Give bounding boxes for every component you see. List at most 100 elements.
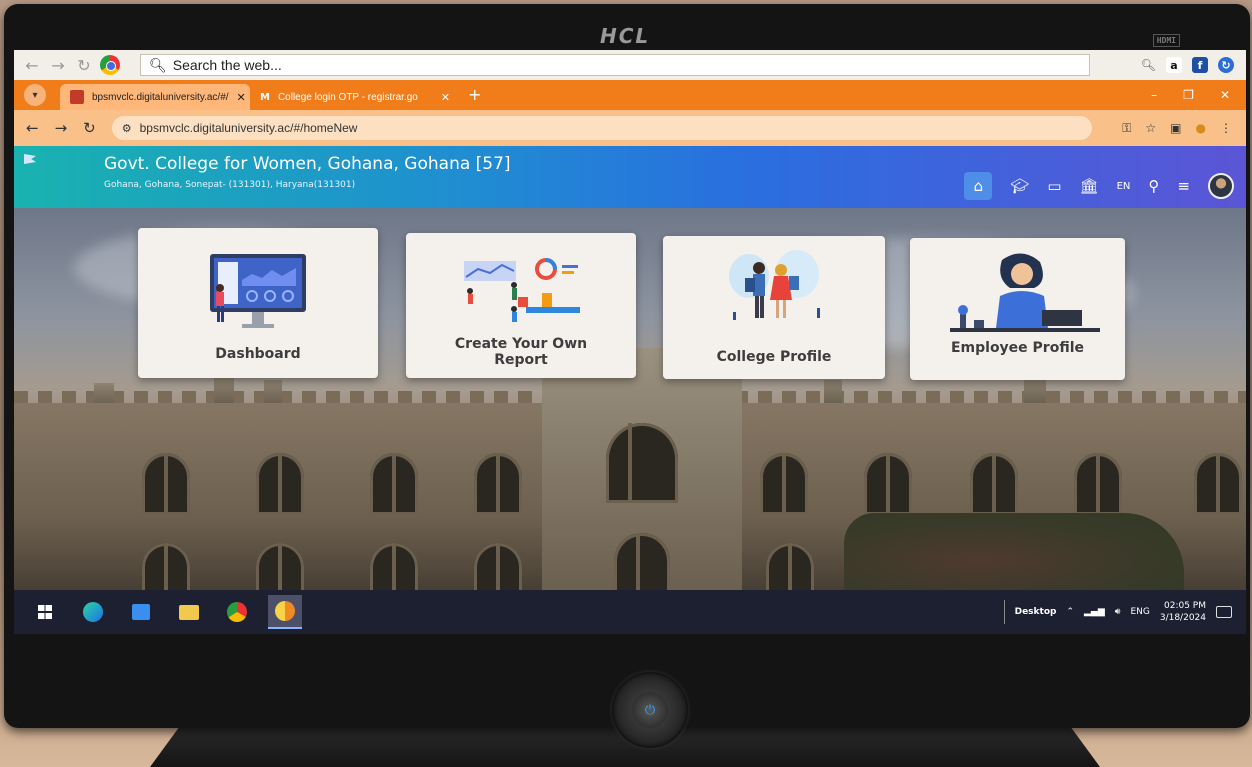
gate-arch xyxy=(614,533,670,590)
volume-icon[interactable]: 🔊︎ xyxy=(1115,607,1121,617)
tab-strip: ▾ bpsmvclc.digitaluniversity.ac/#/ ✕ M C… xyxy=(14,80,1246,110)
monitor: HCL HDMI ← → ↻ 🔍︎ Search the web... 🔍︎ a… xyxy=(4,4,1250,748)
clock[interactable]: 02:05 PM 3/18/2024 xyxy=(1160,600,1206,624)
extensions-area: 🔍︎ a f ↻ xyxy=(1141,57,1246,73)
restore-icon[interactable]: ❐ xyxy=(1183,88,1194,102)
chapel-window xyxy=(606,423,678,503)
chrome-canary-icon[interactable] xyxy=(268,595,302,629)
arched-window xyxy=(142,453,190,515)
forward-arrow-icon[interactable]: → xyxy=(48,56,68,75)
header-nav: ⌂ 🎓︎ ▭ 🏛︎ EN ⚲ ≡ xyxy=(964,172,1234,200)
arched-window xyxy=(970,453,1018,515)
students-illustration-icon xyxy=(729,250,820,320)
college-address: Gohana, Gohana, Sonepat- (131301), Harya… xyxy=(104,180,356,190)
language-indicator[interactable]: ENG xyxy=(1130,607,1149,617)
flag-icon xyxy=(24,154,36,164)
dashboard-card[interactable]: Dashboard xyxy=(138,228,378,378)
system-tray: Desktop ⌃ ▂▄▆ 🔊︎ ENG 02:05 PM 3/18/2024 xyxy=(1003,590,1246,634)
site-header: Govt. College for Women, Gohana, Gohana … xyxy=(14,146,1246,208)
campus-background-image: Dashboard Create Your Own Report College… xyxy=(14,208,1246,590)
screen: ← → ↻ 🔍︎ Search the web... 🔍︎ a f ↻ ▾ bp… xyxy=(14,50,1246,634)
side-panel-icon[interactable]: ▣ xyxy=(1170,121,1181,135)
address-bar[interactable]: ⚙ bpsmvclc.digitaluniversity.ac/#/homeNe… xyxy=(111,116,1092,140)
windows-taskbar: Desktop ⌃ ▂▄▆ 🔊︎ ENG 02:05 PM 3/18/2024 xyxy=(14,590,1246,634)
network-icon[interactable]: ▂▄▆ xyxy=(1084,607,1105,617)
file-explorer-icon[interactable] xyxy=(172,595,206,629)
clock-date: 3/18/2024 xyxy=(1159,613,1206,623)
dashboard-label: Dashboard xyxy=(215,346,301,362)
notification-icon[interactable] xyxy=(1216,606,1232,618)
search-icon: 🔍︎ xyxy=(149,56,167,73)
reload-icon[interactable]: ↻ xyxy=(83,119,96,137)
home-icon[interactable]: ⌂ xyxy=(964,172,993,200)
power-ring: ⏻ xyxy=(612,672,688,748)
tab-college-login-otp[interactable]: M College login OTP - registrar.go ✕ xyxy=(250,84,460,110)
hamburger-menu-icon[interactable]: ≡ xyxy=(1177,177,1190,195)
more-menu-icon[interactable]: ⋮ xyxy=(1220,121,1232,135)
arched-window xyxy=(370,453,418,515)
site-settings-icon[interactable]: ⚙ xyxy=(122,122,132,135)
power-button-icon[interactable]: ⏻ xyxy=(632,692,668,728)
report-label-line2: Report xyxy=(494,352,548,368)
employee-profile-card[interactable]: Employee Profile xyxy=(910,238,1125,380)
chevron-up-icon[interactable]: ⌃ xyxy=(1066,607,1074,617)
amazon-icon[interactable]: a xyxy=(1166,57,1182,73)
arched-window xyxy=(760,453,808,515)
clock-time: 02:05 PM xyxy=(1164,601,1206,611)
toolbar-right: ⚿ ☆ ▣ ● ⋮ xyxy=(1122,121,1246,136)
employee-illustration-icon xyxy=(950,253,1100,332)
windows-logo-icon xyxy=(38,605,52,619)
create-report-card[interactable]: Create Your Own Report xyxy=(406,233,636,378)
arched-window xyxy=(864,453,912,515)
search-icon[interactable]: ⚲ xyxy=(1148,177,1159,195)
edge-icon[interactable] xyxy=(76,595,110,629)
new-tab-icon[interactable]: + xyxy=(460,85,481,110)
site-favicon-icon xyxy=(70,90,84,104)
employee-profile-label: Employee Profile xyxy=(950,340,1085,356)
arched-window xyxy=(1074,453,1122,515)
reload-icon[interactable]: ↻ xyxy=(74,56,94,75)
tab-title: bpsmvclc.digitaluniversity.ac/#/ xyxy=(92,91,229,103)
profile-icon[interactable]: ● xyxy=(1196,121,1206,135)
monitor-icon[interactable]: ▭ xyxy=(1047,177,1061,195)
facebook-icon[interactable]: f xyxy=(1192,57,1208,73)
language-toggle[interactable]: EN xyxy=(1117,181,1131,192)
search-placeholder: Search the web... xyxy=(172,57,282,73)
web-search-input[interactable]: 🔍︎ Search the web... xyxy=(140,54,1090,76)
lower-window xyxy=(142,543,190,590)
password-key-icon[interactable]: ⚿ xyxy=(1122,121,1131,136)
hdmi-badge: HDMI xyxy=(1152,34,1180,47)
lower-window xyxy=(370,543,418,590)
lower-window xyxy=(256,543,304,590)
graduation-cap-icon[interactable]: 🎓︎ xyxy=(1010,177,1029,195)
window-controls: – ❐ ✕ xyxy=(1151,88,1246,110)
college-name: Govt. College for Women, Gohana, Gohana … xyxy=(104,154,511,174)
close-icon[interactable]: ✕ xyxy=(441,91,450,104)
sync-icon[interactable]: ↻ xyxy=(1218,57,1234,73)
gmail-icon: M xyxy=(260,91,270,103)
start-button[interactable] xyxy=(28,595,62,629)
back-arrow-icon[interactable]: ← xyxy=(22,56,42,75)
college-profile-card[interactable]: College Profile xyxy=(663,236,885,379)
close-window-icon[interactable]: ✕ xyxy=(1220,88,1230,102)
tab-search-icon[interactable]: ▾ xyxy=(24,84,46,106)
user-avatar[interactable] xyxy=(1208,173,1234,199)
dashboard-illustration-icon xyxy=(210,254,306,328)
tab-digitaluniversity[interactable]: bpsmvclc.digitaluniversity.ac/#/ ✕ xyxy=(60,84,250,110)
institution-icon[interactable]: 🏛︎ xyxy=(1080,177,1099,195)
desktop-toolbar[interactable]: Desktop xyxy=(1015,607,1057,617)
close-icon[interactable]: ✕ xyxy=(237,91,246,104)
zoom-icon[interactable]: 🔍︎ xyxy=(1141,58,1156,72)
back-icon[interactable]: ← xyxy=(26,119,39,137)
arched-window xyxy=(474,453,522,515)
monitor-brand: HCL xyxy=(600,24,651,48)
address-row: ← → ↻ ⚙ bpsmvclc.digitaluniversity.ac/#/… xyxy=(14,110,1246,146)
minimize-icon[interactable]: – xyxy=(1151,88,1157,102)
forward-icon[interactable]: → xyxy=(55,119,68,137)
chrome-taskbar-icon[interactable] xyxy=(220,595,254,629)
lower-window xyxy=(474,543,522,590)
tray-separator xyxy=(1003,600,1005,624)
store-icon[interactable] xyxy=(124,595,158,629)
chrome-icon[interactable] xyxy=(100,55,120,75)
bookmark-star-icon[interactable]: ☆ xyxy=(1145,121,1156,135)
